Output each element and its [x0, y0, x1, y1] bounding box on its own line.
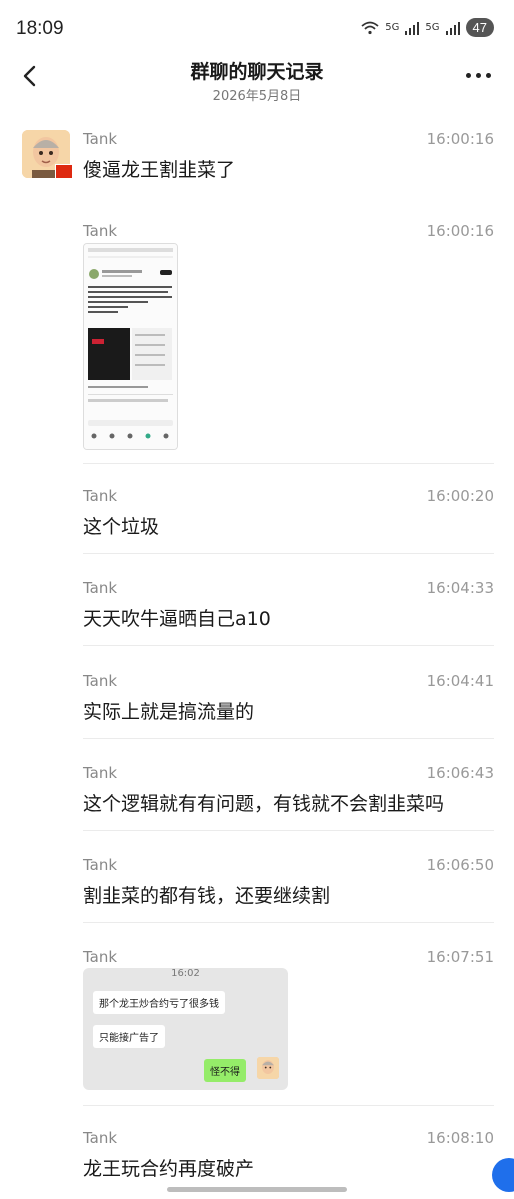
divider [83, 463, 494, 464]
status-bar: 18:09 5G 5G 47 [0, 0, 514, 60]
message-time: 16:08:10 [426, 1129, 494, 1147]
message-sender: Tank [83, 672, 118, 690]
message-sender: Tank [83, 579, 118, 597]
battery-icon: 47 [465, 18, 494, 37]
message-sender: Tank [83, 487, 118, 505]
avatar [257, 1057, 279, 1079]
message-time: 16:00:16 [426, 222, 494, 240]
message-time: 16:07:51 [426, 948, 494, 966]
message-text[interactable]: 天天吹牛逼晒自己a10 [83, 604, 271, 631]
message-text[interactable]: 傻逼龙王割韭菜了 [83, 155, 235, 182]
network-label-2: 5G [425, 22, 440, 33]
more-dots-icon[interactable] [466, 73, 492, 81]
page-date: 2026年5月8日 [212, 89, 302, 104]
embedded-reply-bubble: 怪不得 [204, 1059, 246, 1082]
divider [83, 922, 494, 923]
image-message[interactable] [83, 243, 178, 450]
divider [83, 738, 494, 739]
status-time: 18:09 [16, 18, 64, 39]
signal-icon [405, 21, 420, 35]
message-time: 16:04:33 [426, 579, 494, 597]
status-icons: 5G 5G 47 [361, 18, 494, 37]
message-time: 16:06:50 [426, 856, 494, 874]
message-time: 16:04:41 [426, 672, 494, 690]
nav-header: 群聊的聊天记录 2026年5月8日 [0, 55, 514, 115]
embedded-bubble: 只能接广告了 [93, 1025, 165, 1048]
divider [83, 830, 494, 831]
divider [83, 1105, 494, 1106]
page-title: 群聊的聊天记录 [190, 61, 324, 83]
message-sender: Tank [83, 948, 118, 966]
message-sender: Tank [83, 1129, 118, 1147]
message-text[interactable]: 割韭菜的都有钱，还要继续割 [83, 881, 330, 908]
screenshot-thumbnail [84, 244, 177, 449]
message-text[interactable]: 龙王玩合约再度破产 [83, 1154, 254, 1181]
network-label-1: 5G [385, 22, 400, 33]
embedded-time: 16:02 [171, 968, 200, 979]
divider [83, 553, 494, 554]
message-time: 16:00:20 [426, 487, 494, 505]
embedded-bubble: 那个龙王炒合约亏了很多钱 [93, 991, 225, 1014]
home-indicator[interactable] [167, 1187, 347, 1192]
message-sender: Tank [83, 222, 118, 240]
message-text[interactable]: 这个逻辑就有有问题，有钱就不会割韭菜吗 [83, 789, 444, 816]
divider [83, 645, 494, 646]
message-time: 16:06:43 [426, 764, 494, 782]
avatar-image [257, 1057, 279, 1079]
flag-icon [55, 164, 73, 179]
message-sender: Tank [83, 856, 118, 874]
message-time: 16:00:16 [426, 130, 494, 148]
signal-icon [445, 21, 460, 35]
message-sender: Tank [83, 764, 118, 782]
message-sender: Tank [83, 130, 118, 148]
wifi-icon [361, 21, 379, 34]
message-text[interactable]: 实际上就是搞流量的 [83, 697, 254, 724]
image-message[interactable]: 16:02 那个龙王炒合约亏了很多钱 只能接广告了 怪不得 [83, 968, 288, 1090]
floating-assistant-button[interactable] [492, 1158, 514, 1192]
message-text[interactable]: 这个垃圾 [83, 512, 159, 539]
